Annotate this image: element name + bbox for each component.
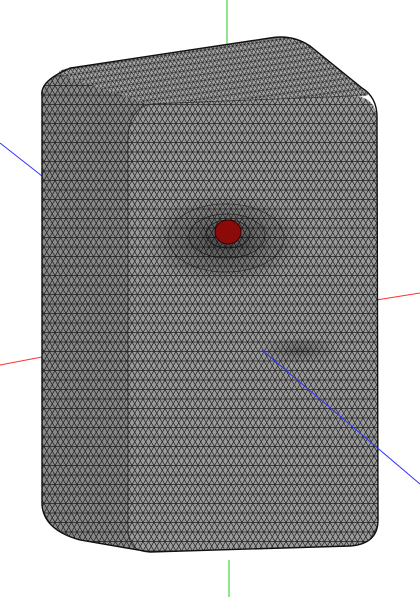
mesh-front-face-wire — [128, 96, 378, 552]
mesh-object[interactable] — [41, 36, 379, 553]
3d-viewport[interactable] — [0, 0, 420, 597]
x-axis-line-right — [375, 292, 420, 301]
scene-svg[interactable] — [0, 0, 420, 597]
z-axis-line-back — [0, 142, 43, 177]
x-axis-line-left — [0, 356, 43, 366]
